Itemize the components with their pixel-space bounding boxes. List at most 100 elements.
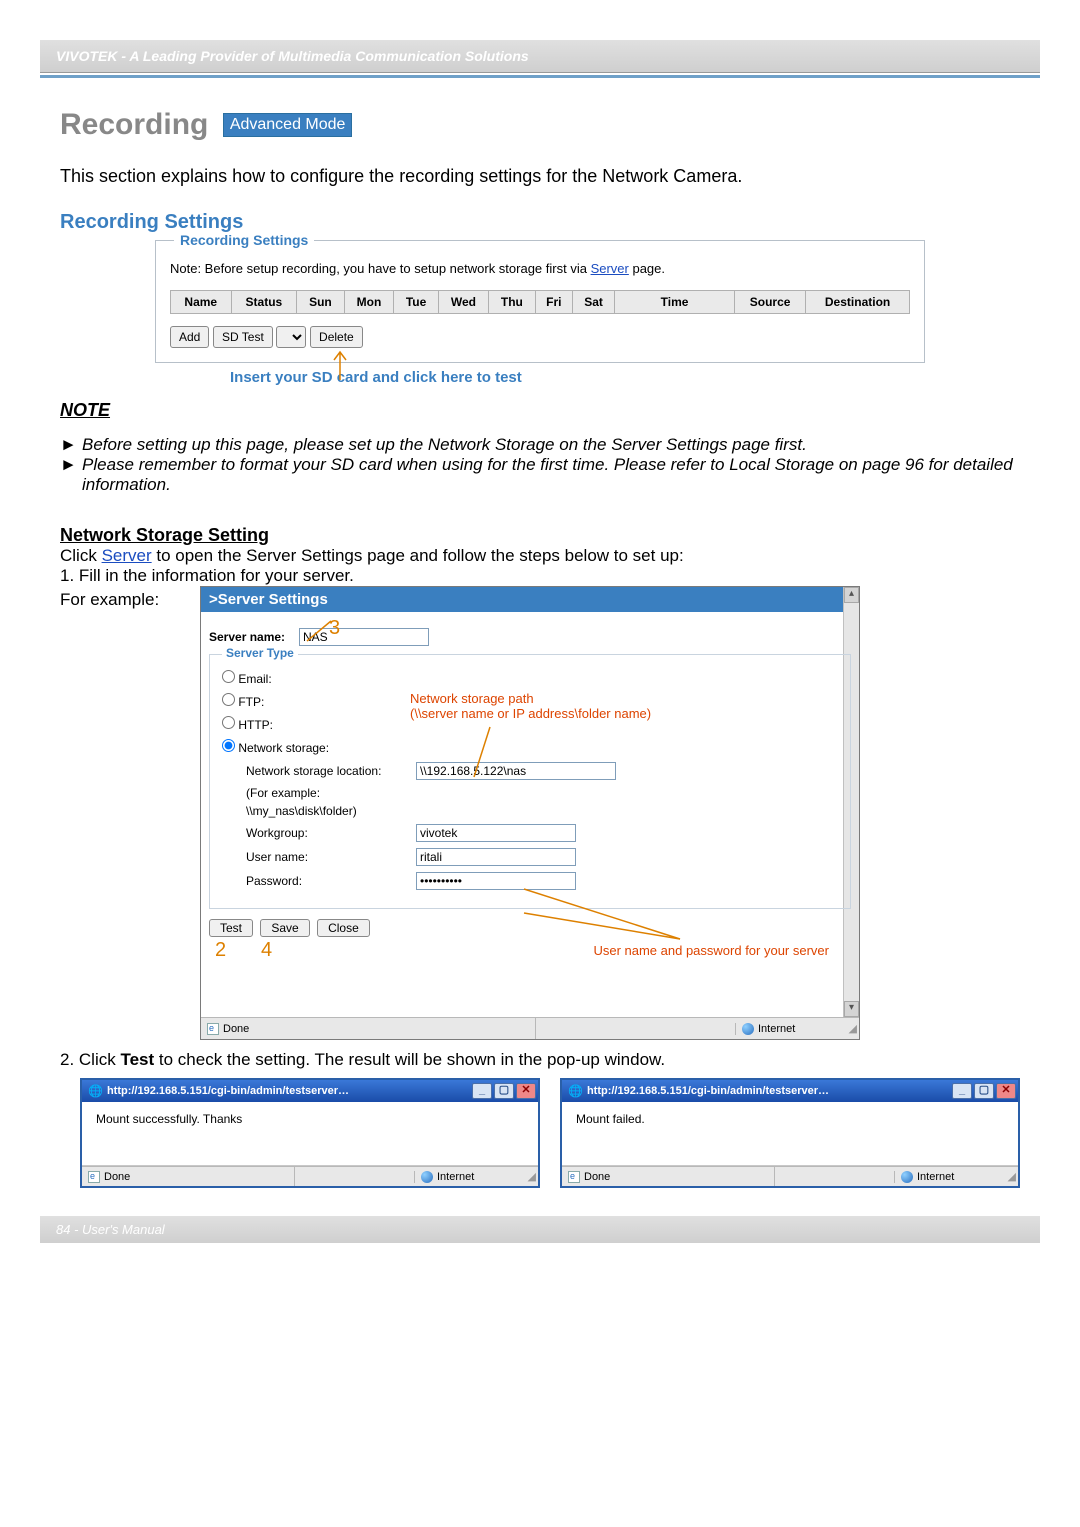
test-intro-prefix: 2. Click: [60, 1050, 120, 1069]
col-status: Status: [231, 291, 297, 314]
server-type-legend: Server Type: [222, 646, 298, 660]
annot-marker-4: 4: [261, 939, 272, 962]
status-zone: Internet: [437, 1171, 474, 1183]
col-name: Name: [171, 291, 232, 314]
popup-title: http://192.168.5.151/cgi-bin/admin/tests…: [107, 1085, 470, 1097]
globe-icon: [421, 1171, 433, 1183]
annot-path-sub: (\\server name or IP address\folder name…: [410, 706, 651, 721]
http-radio[interactable]: [222, 716, 235, 729]
annot-marker-2: 2: [215, 939, 226, 962]
ns-line-prefix: Click: [60, 546, 102, 565]
panel-note: Note: Before setup recording, you have t…: [170, 261, 910, 276]
close-button[interactable]: ✕: [516, 1083, 536, 1099]
test-intro-suffix: to check the setting. The result will be…: [154, 1050, 665, 1069]
annot-userpass: User name and password for your server: [209, 943, 851, 958]
ns-label: Network storage:: [238, 741, 329, 755]
col-tue: Tue: [394, 291, 438, 314]
add-button[interactable]: Add: [170, 326, 209, 348]
note-item-1: Before setting up this page, please set …: [82, 435, 807, 455]
test-intro: 2. Click Test to check the setting. The …: [60, 1050, 1020, 1070]
status-zone: Internet: [917, 1171, 954, 1183]
status-zone: Internet: [758, 1023, 795, 1035]
panel-note-suffix: page.: [629, 261, 665, 276]
password-input[interactable]: [416, 872, 576, 890]
test-button[interactable]: Test: [209, 919, 253, 937]
recording-select[interactable]: [276, 326, 306, 348]
page-title: Recording: [60, 108, 208, 142]
popup-fail: 🌐 http://192.168.5.151/cgi-bin/admin/tes…: [560, 1078, 1020, 1188]
popup-title: http://192.168.5.151/cgi-bin/admin/tests…: [587, 1085, 950, 1097]
server-link[interactable]: Server: [102, 546, 152, 565]
delete-button[interactable]: Delete: [310, 326, 363, 348]
maximize modal-button[interactable]: ▢: [974, 1083, 994, 1099]
page-icon: [568, 1171, 580, 1183]
note-heading: NOTE: [60, 400, 1020, 421]
server-settings-window: ▴ ▾ >Server Settings 3 Server name: Serv…: [200, 586, 860, 1040]
minimize-button[interactable]: _: [472, 1083, 492, 1099]
col-source: Source: [735, 291, 806, 314]
workgroup-input[interactable]: [416, 824, 576, 842]
for-example-label: For example:: [60, 586, 200, 610]
col-time: Time: [615, 291, 735, 314]
annot-path-title: Network storage path: [410, 691, 651, 706]
ns-line-suffix: to open the Server Settings page and fol…: [152, 546, 684, 565]
username-input[interactable]: [416, 848, 576, 866]
resize-grip-icon[interactable]: ◢: [524, 1170, 538, 1183]
network-storage-heading: Network Storage Setting: [60, 525, 1020, 546]
server-name-input[interactable]: [299, 628, 429, 646]
intro-paragraph: This section explains how to configure t…: [60, 166, 1020, 187]
workgroup-label: Workgroup:: [246, 826, 416, 840]
col-wed: Wed: [438, 291, 488, 314]
scroll-down-icon[interactable]: ▾: [844, 1001, 859, 1017]
server-name-label: Server name:: [209, 630, 299, 644]
ie-icon: 🌐: [568, 1084, 583, 1098]
col-mon: Mon: [344, 291, 394, 314]
server-page-link[interactable]: Server: [591, 261, 629, 276]
username-label: User name:: [246, 850, 416, 864]
bullet-arrow-icon: ►: [60, 455, 82, 495]
resize-grip-icon[interactable]: ◢: [1004, 1170, 1018, 1183]
email-label: Email:: [238, 672, 271, 686]
save-button[interactable]: Save: [260, 919, 309, 937]
recording-table: Name Status Sun Mon Tue Wed Thu Fri Sat …: [170, 290, 910, 314]
recording-settings-panel: Recording Settings Note: Before setup re…: [155, 240, 925, 363]
page-number: 84 - User's Manual: [56, 1222, 165, 1237]
resize-grip-icon[interactable]: ◢: [845, 1022, 859, 1035]
minimize-button[interactable]: _: [952, 1083, 972, 1099]
popup-fail-msg: Mount failed.: [576, 1112, 645, 1126]
header-divider: [40, 75, 1040, 78]
maximize-button[interactable]: ▢: [494, 1083, 514, 1099]
globe-icon: [901, 1171, 913, 1183]
ns-location-label: Network storage location:: [246, 764, 416, 778]
note-list: ► Before setting up this page, please se…: [60, 435, 1020, 495]
recording-settings-heading: Recording Settings: [60, 211, 1020, 234]
close-button[interactable]: Close: [317, 919, 370, 937]
ns-step1: 1. Fill in the information for your serv…: [60, 566, 1020, 586]
ie-icon: 🌐: [88, 1084, 103, 1098]
panel-button-row: Add SD Test Delete: [170, 326, 910, 348]
http-label: HTTP:: [238, 718, 273, 732]
col-destination: Destination: [806, 291, 910, 314]
note-item-2: Please remember to format your SD card w…: [82, 455, 1020, 495]
page-title-row: Recording Advanced Mode: [60, 108, 1020, 142]
page-footer: 84 - User's Manual: [40, 1216, 1040, 1243]
status-done: Done: [584, 1171, 610, 1183]
password-label: Password:: [246, 874, 416, 888]
ns-location-input[interactable]: [416, 762, 616, 780]
page-icon: [207, 1023, 219, 1035]
sd-test-button[interactable]: SD Test: [213, 326, 273, 348]
email-radio[interactable]: [222, 670, 235, 683]
col-sun: Sun: [297, 291, 344, 314]
panel-note-prefix: Note: Before setup recording, you have t…: [170, 261, 591, 276]
doc-header-text: VIVOTEK - A Leading Provider of Multimed…: [56, 48, 529, 64]
status-done: Done: [104, 1171, 130, 1183]
popup-success: 🌐 http://192.168.5.151/cgi-bin/admin/tes…: [80, 1078, 540, 1188]
scroll-up-icon[interactable]: ▴: [844, 587, 859, 603]
ftp-radio[interactable]: [222, 693, 235, 706]
network-storage-radio[interactable]: [222, 739, 235, 752]
globe-icon: [742, 1023, 754, 1035]
col-thu: Thu: [489, 291, 535, 314]
panel-legend: Recording Settings: [174, 232, 314, 248]
page-icon: [88, 1171, 100, 1183]
close-button[interactable]: ✕: [996, 1083, 1016, 1099]
